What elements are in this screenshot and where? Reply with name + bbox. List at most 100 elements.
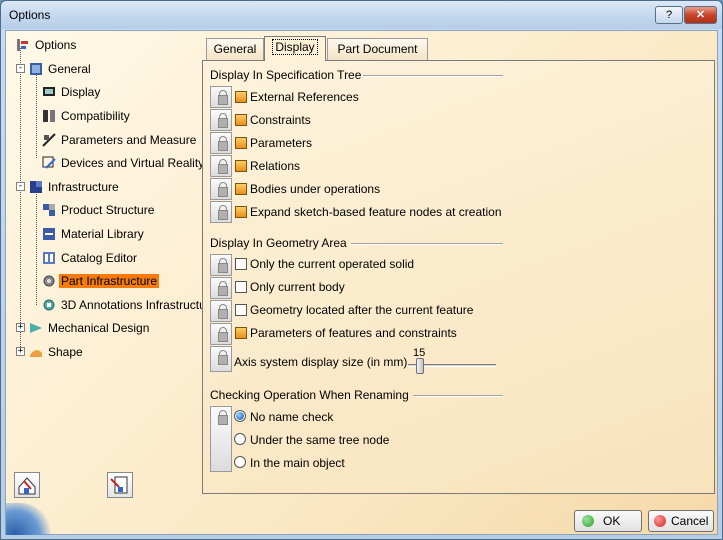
tree-root-options[interactable]: Options — [16, 36, 78, 54]
lock-icon[interactable] — [210, 132, 232, 154]
catia-logo-orb — [6, 503, 52, 535]
window-title: Options — [9, 8, 51, 22]
checkbox-only-current-operated-solid[interactable] — [235, 258, 247, 270]
option-label: Constraints — [250, 113, 311, 127]
checkbox-only-current-body[interactable] — [235, 281, 247, 293]
lock-icon[interactable] — [210, 323, 232, 345]
shape-icon — [29, 345, 43, 359]
option-label: Bodies under operations — [250, 182, 381, 196]
lock-icon[interactable] — [210, 109, 232, 131]
annotations-icon — [42, 298, 56, 312]
lock-icon[interactable] — [210, 277, 232, 299]
checkbox-expand-sketch-based[interactable] — [235, 206, 247, 218]
option-label: Parameters of features and constraints — [250, 326, 457, 340]
tree-item-infrastructure[interactable]: Infrastructure — [29, 178, 121, 196]
ok-icon — [582, 515, 594, 527]
expand-toggle[interactable]: + — [16, 347, 25, 356]
tree-label: Shape — [48, 345, 83, 359]
lock-icon[interactable] — [210, 201, 232, 223]
checkbox-bodies-under-operations[interactable] — [235, 183, 247, 195]
checkbox-constraints[interactable] — [235, 114, 247, 126]
radio-no-name-check[interactable] — [234, 410, 246, 422]
tab-label: Display — [272, 39, 318, 55]
tree-item-material-library[interactable]: Material Library — [42, 225, 146, 243]
tree-item-catalog-editor[interactable]: Catalog Editor — [42, 249, 139, 267]
tree-label: 3D Annotations Infrastructu — [61, 298, 206, 312]
option-label: External References — [250, 90, 359, 104]
expand-toggle[interactable]: - — [16, 182, 25, 191]
lock-icon[interactable] — [210, 346, 232, 372]
group-divider — [351, 243, 503, 245]
lock-icon[interactable] — [210, 300, 232, 322]
radio-under-same-tree-node[interactable] — [234, 433, 246, 445]
cancel-label: Cancel — [671, 514, 709, 528]
lock-icon[interactable] — [210, 155, 232, 177]
tab-general[interactable]: General — [206, 38, 264, 60]
tree-item-general[interactable]: General — [29, 60, 93, 78]
tree-item-shape[interactable]: Shape — [29, 343, 85, 361]
expand-toggle[interactable]: + — [16, 323, 25, 332]
parameters-measure-icon — [42, 133, 56, 147]
checkbox-external-references[interactable] — [235, 91, 247, 103]
tree-label: Catalog Editor — [61, 251, 138, 265]
tree-item-mechanical-design[interactable]: Mechanical Design — [29, 319, 151, 337]
ok-button[interactable]: OK — [574, 510, 642, 532]
option-label: Geometry located after the current featu… — [250, 303, 474, 317]
options-tree-icon — [16, 38, 30, 52]
tab-part-document[interactable]: Part Document — [327, 38, 428, 60]
tree-item-compatibility[interactable]: Compatibility — [42, 107, 132, 125]
group-divider — [413, 395, 503, 397]
lock-icon[interactable] — [210, 254, 232, 276]
option-label: Only the current operated solid — [250, 257, 415, 271]
tree-label: Compatibility — [61, 109, 130, 123]
mechanical-design-icon — [29, 321, 43, 335]
reset-options-icon[interactable] — [14, 472, 40, 498]
option-label: Relations — [250, 159, 301, 173]
axis-size-slider-thumb[interactable] — [416, 358, 424, 374]
tree-label: Part Infrastructure — [59, 274, 160, 288]
option-label: Only current body — [250, 280, 345, 294]
option-label: No name check — [250, 410, 334, 424]
option-label: Parameters — [250, 136, 313, 150]
tree-label: Mechanical Design — [48, 321, 150, 335]
ok-label: OK — [603, 514, 621, 528]
display-icon — [42, 85, 56, 99]
tab-display[interactable]: Display — [264, 36, 326, 61]
option-label: Expand sketch-based feature nodes at cre… — [250, 205, 502, 219]
tree-item-devices[interactable]: Devices and Virtual Reality — [42, 154, 206, 172]
checkbox-relations[interactable] — [235, 160, 247, 172]
lock-icon[interactable] — [210, 86, 232, 108]
option-label: Under the same tree node — [250, 433, 390, 447]
tree-label: Options — [35, 38, 77, 52]
expand-toggle[interactable]: - — [16, 64, 25, 73]
export-options-icon[interactable] — [107, 472, 133, 498]
axis-size-label: Axis system display size (in mm) — [234, 355, 408, 369]
general-icon — [29, 62, 43, 76]
option-label: In the main object — [250, 456, 345, 470]
lock-icon[interactable] — [210, 178, 232, 200]
tree-item-3d-annotations[interactable]: 3D Annotations Infrastructu — [42, 296, 208, 314]
tree-item-parameters-and-measure[interactable]: Parameters and Measure — [42, 131, 198, 149]
tree-label: Display — [61, 85, 101, 99]
checkbox-parameters[interactable] — [235, 137, 247, 149]
material-library-icon — [42, 227, 56, 241]
infrastructure-icon — [29, 180, 43, 194]
lock-icon[interactable] — [210, 406, 232, 472]
checkbox-parameters-of-features[interactable] — [235, 327, 247, 339]
group-title-renaming: Checking Operation When Renaming — [210, 388, 409, 402]
checkbox-geometry-after-current-feature[interactable] — [235, 304, 247, 316]
radio-in-main-object[interactable] — [234, 456, 246, 468]
tree-label: Product Structure — [61, 203, 155, 217]
devices-icon — [42, 156, 56, 170]
group-title-geometry-area: Display In Geometry Area — [210, 236, 347, 250]
tree-item-part-infrastructure[interactable]: Part Infrastructure — [42, 272, 160, 290]
tree-item-product-structure[interactable]: Product Structure — [42, 201, 156, 219]
help-button[interactable]: ? — [655, 6, 683, 24]
cancel-button[interactable]: Cancel — [648, 510, 714, 532]
part-infrastructure-icon — [42, 274, 56, 288]
tree-item-display[interactable]: Display — [42, 83, 102, 101]
compatibility-icon — [42, 109, 56, 123]
options-tree: Options - General Display Compatibility … — [6, 31, 206, 535]
title-bar: Options ? ✕ — [1, 1, 722, 29]
close-button[interactable]: ✕ — [684, 6, 717, 24]
